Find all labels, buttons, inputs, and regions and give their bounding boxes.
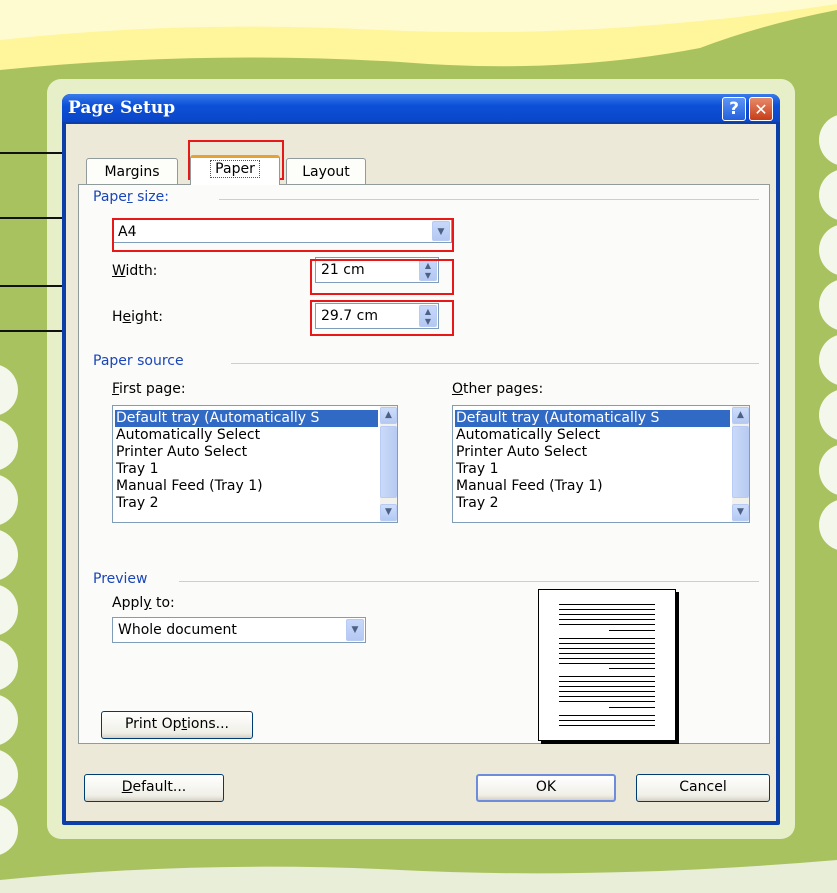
scroll-thumb[interactable] xyxy=(380,426,397,498)
other-pages-list[interactable]: Default tray (Automatically S Automatica… xyxy=(452,405,750,523)
default-button[interactable]: Default... xyxy=(84,774,224,802)
scroll-thumb[interactable] xyxy=(732,426,749,498)
apply-to-label: Apply to: xyxy=(112,595,175,611)
paper-size-divider xyxy=(219,199,759,200)
chevron-up-icon[interactable]: ▲ xyxy=(732,407,749,424)
apply-to-select[interactable]: Whole document ▼ xyxy=(112,617,366,643)
list-item[interactable]: Default tray (Automatically S xyxy=(115,410,378,427)
first-page-label: First page: xyxy=(112,381,186,397)
tab-margins[interactable]: Margins xyxy=(86,158,178,185)
list-item[interactable]: Manual Feed (Tray 1) xyxy=(456,478,603,495)
list-item[interactable]: Automatically Select xyxy=(456,427,600,444)
list-item[interactable]: Automatically Select xyxy=(116,427,260,444)
tab-paper-label: Paper xyxy=(210,160,260,178)
list-item[interactable]: Tray 1 xyxy=(456,461,498,478)
ok-button[interactable]: OK xyxy=(476,774,616,802)
chevron-down-icon[interactable]: ▼ xyxy=(346,619,364,641)
help-button[interactable]: ? xyxy=(722,97,746,121)
list-item[interactable]: Printer Auto Select xyxy=(456,444,587,461)
first-page-list[interactable]: Default tray (Automatically S Automatica… xyxy=(112,405,398,523)
scrollbar[interactable]: ▲ ▼ xyxy=(732,406,749,522)
chevron-down-icon[interactable]: ▼ xyxy=(732,504,749,521)
callout-box-width xyxy=(310,259,454,295)
list-item[interactable]: Tray 1 xyxy=(116,461,158,478)
list-item[interactable]: Printer Auto Select xyxy=(116,444,247,461)
list-item[interactable]: Default tray (Automatically S xyxy=(455,410,730,427)
paper-source-group-label: Paper source xyxy=(93,353,184,369)
callout-box-paper-size xyxy=(112,218,454,252)
list-item[interactable]: Tray 2 xyxy=(116,495,158,512)
page-preview xyxy=(538,589,676,741)
scrollbar[interactable]: ▲ ▼ xyxy=(380,406,397,522)
list-item[interactable]: Tray 2 xyxy=(456,495,498,512)
chevron-down-icon[interactable]: ▼ xyxy=(380,504,397,521)
other-pages-label: Other pages: xyxy=(452,381,544,397)
preview-divider xyxy=(179,581,759,582)
list-item[interactable]: Manual Feed (Tray 1) xyxy=(116,478,263,495)
tab-layout[interactable]: Layout xyxy=(286,158,366,185)
close-button[interactable]: ✕ xyxy=(749,97,773,121)
apply-to-value: Whole document xyxy=(118,622,237,638)
paper-source-divider xyxy=(231,363,759,364)
callout-box-height xyxy=(310,300,454,336)
title-bar[interactable]: Page Setup ? ✕ xyxy=(62,94,780,122)
chevron-up-icon[interactable]: ▲ xyxy=(380,407,397,424)
preview-group-label: Preview xyxy=(93,571,148,587)
width-label: Width: xyxy=(112,263,158,279)
print-options-button[interactable]: Print Options... xyxy=(101,711,253,739)
cancel-button[interactable]: Cancel xyxy=(636,774,770,802)
height-label: Height: xyxy=(112,309,164,325)
paper-size-group-label: Paper size: xyxy=(93,189,169,205)
dialog-title: Page Setup xyxy=(68,98,176,118)
tab-paper[interactable]: Paper xyxy=(190,155,280,185)
page-setup-dialog: Page Setup ? ✕ Margins Paper Layout Pape… xyxy=(62,94,780,825)
